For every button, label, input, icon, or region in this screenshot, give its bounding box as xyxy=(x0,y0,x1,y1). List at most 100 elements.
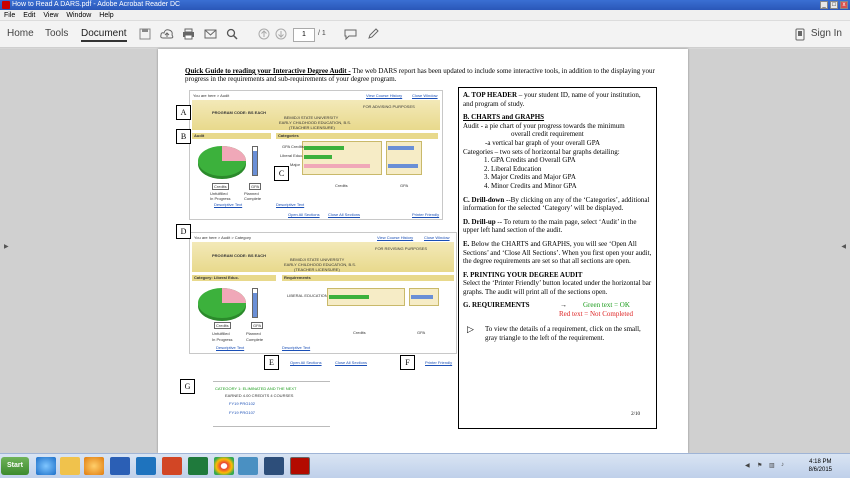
tray-volume-icon[interactable]: ♪ xyxy=(781,462,788,469)
mock2-credits-axis: Credits xyxy=(353,330,366,335)
comment-icon[interactable] xyxy=(343,27,357,41)
mock1-cat-row-1: GPA Credits xyxy=(282,144,304,149)
heading-bold: Quick Guide to reading your Interactive … xyxy=(185,67,351,75)
list-item: GPA Credits and Overall GPA xyxy=(491,156,652,165)
menu-view[interactable]: View xyxy=(39,10,62,20)
acrobat-taskbar-icon[interactable] xyxy=(290,457,310,475)
mock2-program: PROGRAM CODE: BS EACH xyxy=(212,253,267,258)
tray-time: 4:18 PM xyxy=(809,459,832,465)
section-g-detail: ▷ To view the details of a requirement, … xyxy=(463,325,652,342)
right-panel-toggle-icon[interactable]: ◀ xyxy=(841,243,846,250)
tab-home[interactable]: Home xyxy=(7,28,34,39)
requirements-screenshot: CATEGORY 1: ELIMINATED AND THE NEXT EARN… xyxy=(213,381,330,427)
upload-cloud-icon[interactable] xyxy=(160,27,174,41)
start-button[interactable]: Start xyxy=(1,457,29,475)
mock1-license: (TEACHER LICENSURE) xyxy=(289,125,335,130)
mock2-license: (TEACHER LICENSURE) xyxy=(294,267,340,272)
mock1-gpa-lbl: GPA xyxy=(249,183,262,190)
folder-taskbar-icon[interactable] xyxy=(60,457,80,475)
page-total: / 1 xyxy=(318,30,326,37)
section-f-title: F. PRINTING YOUR DEGREE AUDIT xyxy=(463,270,583,279)
left-panel-toggle-icon[interactable]: ▶ xyxy=(4,243,9,250)
tray-chevron-icon[interactable]: ◀ xyxy=(745,462,752,469)
menu-edit[interactable]: Edit xyxy=(19,10,39,20)
list-item: Major Credits and Major GPA xyxy=(491,173,652,182)
section-b-audit2: overall credit requirement xyxy=(511,130,584,139)
main-toolbar: Home Tools Document 1 / 1 Sign In xyxy=(0,21,850,48)
section-a: A. TOP HEADER – your student ID, name of… xyxy=(463,91,652,108)
network-taskbar-icon[interactable] xyxy=(238,457,258,475)
mock1-legend-3: In Progress xyxy=(210,196,231,201)
callout-f: F xyxy=(400,355,415,370)
mock1-pie-chart xyxy=(198,146,246,179)
close-button[interactable]: x xyxy=(840,1,848,9)
callout-b: B xyxy=(176,129,191,144)
mock2-legend-4: Complete xyxy=(246,337,264,342)
list-item: Liberal Education xyxy=(491,165,652,174)
mock2-close-all: Close All Sections xyxy=(335,360,368,365)
mock2-credits-lbl: Credits xyxy=(214,322,231,329)
callout-e: E xyxy=(264,355,279,370)
excel-taskbar-icon[interactable] xyxy=(188,457,208,475)
mock3-line3: FY19 PRG102 xyxy=(229,401,256,406)
page-down-icon[interactable] xyxy=(274,27,288,41)
page-up-icon[interactable] xyxy=(257,27,271,41)
word-taskbar-icon[interactable] xyxy=(110,457,130,475)
section-g-row: G. REQUIREMENTS → Green text = OK xyxy=(463,301,652,310)
mock1-breadcrumb: You are here > Audit xyxy=(193,93,230,98)
tab-tools[interactable]: Tools xyxy=(45,28,68,39)
media-taskbar-icon[interactable] xyxy=(84,457,104,475)
callout-d: D xyxy=(176,224,191,239)
page-number-input[interactable]: 1 xyxy=(293,28,315,42)
mock2-view-history: View Course History xyxy=(377,235,414,240)
mock2-legend-3: In Progress xyxy=(212,337,233,342)
page-number-label: 2/10 xyxy=(631,412,640,418)
outlook-taskbar-icon[interactable] xyxy=(136,457,156,475)
section-e: E. Below the CHARTS and GRAPHS, you will… xyxy=(463,240,652,266)
print-icon[interactable] xyxy=(181,27,195,41)
mock2-gpa-lbl: GPA xyxy=(251,322,264,329)
ie-taskbar-icon[interactable] xyxy=(36,457,56,475)
audit-screenshot-1: You are here > Audit View Course History… xyxy=(189,90,443,220)
gray-triangle-icon: ▷ xyxy=(467,324,474,335)
sign-in-link[interactable]: Sign In xyxy=(811,28,842,39)
section-b-list: GPA Credits and Overall GPA Liberal Educ… xyxy=(463,156,652,190)
mock2-row: LIBERAL EDUCATION xyxy=(287,293,328,298)
maximize-button[interactable]: □ xyxy=(830,1,838,9)
menu-file[interactable]: File xyxy=(0,10,19,20)
mock1-legend-4: Complete xyxy=(244,196,262,201)
powerpoint-taskbar-icon[interactable] xyxy=(162,457,182,475)
search-icon[interactable] xyxy=(225,27,239,41)
mock2-pie-chart xyxy=(198,288,246,321)
pen-icon[interactable] xyxy=(366,27,380,41)
acrobat-app-icon xyxy=(2,1,10,9)
mock2-close-window: Close Window xyxy=(424,235,450,240)
email-icon[interactable] xyxy=(203,27,217,41)
section-c-title: C. Drill-down xyxy=(463,195,505,204)
menu-window[interactable]: Window xyxy=(62,10,95,20)
tray-network-icon[interactable]: ▥ xyxy=(769,462,776,469)
tray-clock[interactable]: 4:18 PM 8/6/2015 xyxy=(809,458,832,474)
save-icon[interactable] xyxy=(138,27,152,41)
menu-bar: File Edit View Window Help xyxy=(0,10,850,21)
mock1-credits-lbl: Credits xyxy=(212,183,229,190)
callout-a: A xyxy=(176,105,191,120)
section-g-green: Green text = OK xyxy=(583,301,630,310)
mock2-desc1: Descriptive Text xyxy=(216,345,245,350)
mock3-line2: EARNED 4.00 CREDITS 4 COURSES xyxy=(225,393,294,398)
app-taskbar-icon[interactable] xyxy=(264,457,284,475)
minimize-button[interactable]: _ xyxy=(820,1,828,9)
page-heading: Quick Guide to reading your Interactive … xyxy=(185,67,661,83)
mobile-link-icon[interactable] xyxy=(793,27,807,41)
section-d: D. Drill-up -- To return to the main pag… xyxy=(463,218,652,235)
section-g-title: G. REQUIREMENTS xyxy=(463,301,530,310)
mock2-open-all: Open All Sections xyxy=(290,360,322,365)
mock1-program: PROGRAM CODE: BS EACH xyxy=(212,110,267,115)
mock1-open-all: Open All Sections xyxy=(288,212,320,217)
tab-document[interactable]: Document xyxy=(81,28,127,42)
tray-flag-icon[interactable]: ⚑ xyxy=(757,462,764,469)
mock2-requirements-tab: Requirements xyxy=(282,275,454,281)
chrome-taskbar-icon[interactable] xyxy=(214,457,234,475)
section-e-text: Below the CHARTS and GRAPHS, you will se… xyxy=(463,239,652,266)
menu-help[interactable]: Help xyxy=(95,10,117,20)
